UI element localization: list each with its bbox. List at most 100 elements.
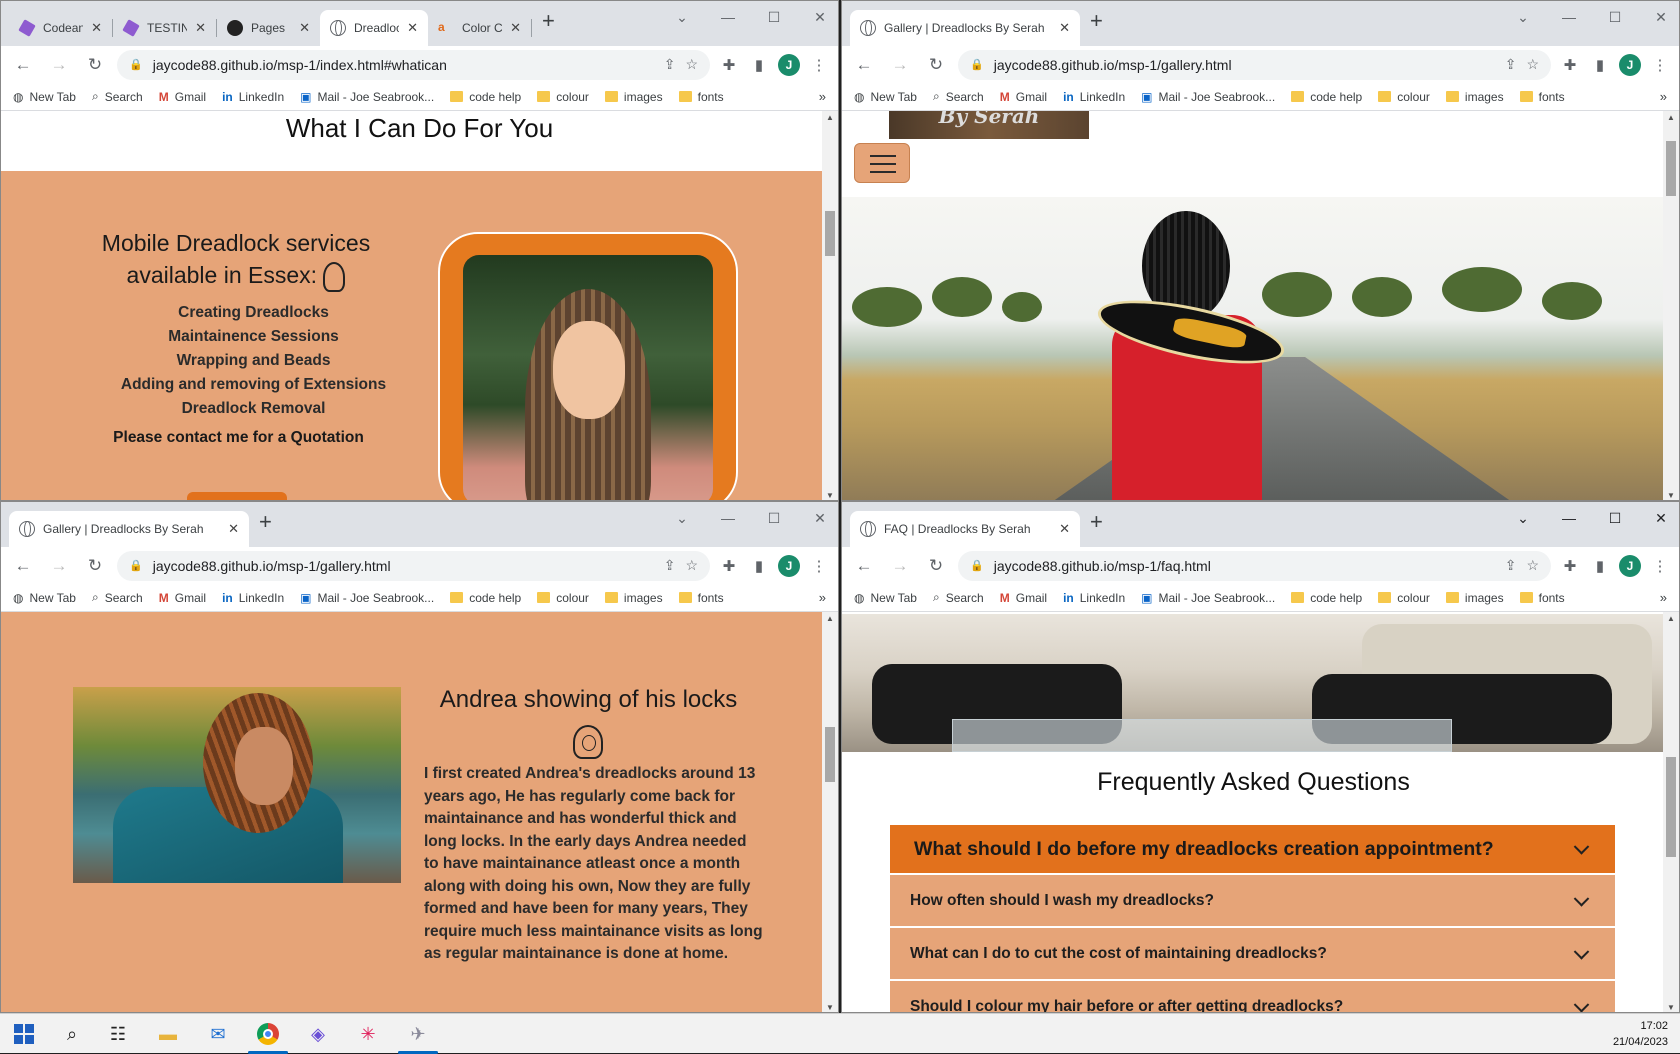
- address-bar[interactable]: 🔒 jaycode88.github.io/msp-1/index.html#wh…: [117, 49, 710, 80]
- scrollbar[interactable]: ▲ ▼: [1663, 612, 1679, 1012]
- menu-icon[interactable]: ⋮: [808, 56, 830, 74]
- back-button[interactable]: ←: [9, 556, 37, 576]
- mail-icon[interactable]: ✉: [206, 1022, 230, 1046]
- reload-button[interactable]: ↻: [81, 556, 109, 576]
- close-window-button[interactable]: ✕: [1653, 9, 1669, 26]
- faq-question-4[interactable]: Should I colour my hair before or after …: [890, 981, 1615, 1012]
- bookmark-gmail[interactable]: M Gmail: [159, 90, 206, 104]
- close-window-button[interactable]: ✕: [812, 9, 828, 26]
- chevron-right-icon[interactable]: »: [819, 89, 826, 104]
- back-button[interactable]: ←: [9, 55, 37, 75]
- bookmark-new-tab[interactable]: ◍ New Tab: [854, 591, 917, 605]
- bookmark-linkedin[interactable]: in LinkedIn: [222, 591, 284, 605]
- tab-codeany[interactable]: Codeany✕: [9, 10, 112, 46]
- menu-icon[interactable]: ⋮: [1649, 557, 1671, 575]
- tab-search-icon[interactable]: ⌄: [1515, 9, 1531, 26]
- task-view-icon[interactable]: ☷: [106, 1022, 130, 1046]
- side-panel-icon[interactable]: ▮: [748, 557, 770, 575]
- new-tab-button[interactable]: +: [542, 8, 555, 34]
- bookmark-star-icon[interactable]: ☆: [685, 557, 698, 574]
- address-bar[interactable]: 🔒 jaycode88.github.io/msp-1/faq.html ⇪ ☆: [958, 550, 1551, 581]
- tab-gallery-active[interactable]: Gallery | Dreadlocks By Serah ✕: [850, 10, 1080, 46]
- faq-question-1[interactable]: What should I do before my dreadlocks cr…: [890, 825, 1615, 875]
- close-icon[interactable]: ✕: [91, 20, 102, 36]
- close-icon[interactable]: ✕: [228, 521, 239, 537]
- bookmark-folder-fonts[interactable]: fonts: [1519, 90, 1565, 104]
- share-icon[interactable]: ⇪: [664, 56, 676, 73]
- share-icon[interactable]: ⇪: [1505, 557, 1517, 574]
- forward-button[interactable]: →: [886, 55, 914, 75]
- bookmark-linkedin[interactable]: in LinkedIn: [1063, 90, 1125, 104]
- tab-color-contrast[interactable]: aColor Co✕: [428, 10, 531, 46]
- bookmark-mail[interactable]: ▣ Mail - Joe Seabrook...: [300, 591, 434, 605]
- bookmark-star-icon[interactable]: ☆: [1526, 56, 1539, 73]
- new-tab-button[interactable]: +: [259, 509, 272, 535]
- faq-question-2[interactable]: How often should I wash my dreadlocks?: [890, 875, 1615, 928]
- bookmark-gmail[interactable]: M Gmail: [159, 591, 206, 605]
- bookmark-search[interactable]: ⌕ Search: [933, 590, 984, 605]
- contact-button[interactable]: [187, 492, 287, 500]
- reload-button[interactable]: ↻: [81, 55, 109, 75]
- back-button[interactable]: ←: [850, 55, 878, 75]
- maximize-button[interactable]: ☐: [766, 9, 782, 26]
- bookmark-linkedin[interactable]: in LinkedIn: [1063, 591, 1125, 605]
- system-clock[interactable]: 17:02 21/04/2023: [1613, 1018, 1668, 1050]
- chevron-right-icon[interactable]: »: [819, 590, 826, 605]
- bookmark-folder-fonts[interactable]: fonts: [1519, 591, 1565, 605]
- bookmark-folder-fonts[interactable]: fonts: [678, 90, 724, 104]
- side-panel-icon[interactable]: ▮: [1589, 557, 1611, 575]
- bookmark-folder-images[interactable]: images: [604, 90, 663, 104]
- minimize-button[interactable]: —: [1561, 510, 1577, 527]
- minimize-button[interactable]: —: [720, 510, 736, 527]
- extensions-icon[interactable]: ✚: [718, 557, 740, 575]
- bookmark-folder-colour[interactable]: colour: [537, 591, 589, 605]
- search-icon[interactable]: ⌕: [60, 1022, 84, 1046]
- chevron-right-icon[interactable]: »: [1660, 89, 1667, 104]
- scrollbar[interactable]: ▲ ▼: [822, 612, 838, 1012]
- bookmark-mail[interactable]: ▣ Mail - Joe Seabrook...: [300, 90, 434, 104]
- app-icon[interactable]: ✈: [406, 1022, 430, 1046]
- bookmark-mail[interactable]: ▣ Mail - Joe Seabrook...: [1141, 591, 1275, 605]
- maximize-button[interactable]: ☐: [1607, 510, 1623, 527]
- bookmark-new-tab[interactable]: ◍ New Tab: [13, 90, 76, 104]
- new-tab-button[interactable]: +: [1090, 509, 1103, 535]
- close-icon[interactable]: ✕: [299, 20, 310, 36]
- close-window-button[interactable]: ✕: [812, 510, 828, 527]
- slack-icon[interactable]: ✳: [356, 1022, 380, 1046]
- side-panel-icon[interactable]: ▮: [1589, 56, 1611, 74]
- bookmark-linkedin[interactable]: in LinkedIn: [222, 90, 284, 104]
- bookmark-folder-code-help[interactable]: code help: [450, 90, 521, 104]
- side-panel-icon[interactable]: ▮: [748, 56, 770, 74]
- avatar[interactable]: J: [1619, 554, 1641, 577]
- tab-pages[interactable]: Pages ✕: [217, 10, 320, 46]
- tab-search-icon[interactable]: ⌄: [674, 9, 690, 26]
- bookmark-folder-colour[interactable]: colour: [1378, 591, 1430, 605]
- tab-faq-active[interactable]: FAQ | Dreadlocks By Serah ✕: [850, 511, 1080, 547]
- close-icon[interactable]: ✕: [195, 20, 206, 36]
- bookmark-folder-images[interactable]: images: [1445, 591, 1504, 605]
- back-button[interactable]: ←: [850, 556, 878, 576]
- bookmark-folder-code-help[interactable]: code help: [1291, 591, 1362, 605]
- bookmark-gmail[interactable]: M Gmail: [1000, 90, 1047, 104]
- new-tab-button[interactable]: +: [1090, 8, 1103, 34]
- minimize-button[interactable]: —: [1561, 9, 1577, 26]
- maximize-button[interactable]: ☐: [766, 510, 782, 527]
- reload-button[interactable]: ↻: [922, 556, 950, 576]
- scrollbar[interactable]: ▲ ▼: [1663, 111, 1679, 500]
- maximize-button[interactable]: ☐: [1607, 9, 1623, 26]
- bookmark-folder-code-help[interactable]: code help: [450, 591, 521, 605]
- minimize-button[interactable]: —: [720, 9, 736, 26]
- share-icon[interactable]: ⇪: [664, 557, 676, 574]
- bookmark-star-icon[interactable]: ☆: [685, 56, 698, 73]
- bookmark-folder-colour[interactable]: colour: [537, 90, 589, 104]
- forward-button[interactable]: →: [45, 55, 73, 75]
- bookmark-folder-fonts[interactable]: fonts: [678, 591, 724, 605]
- bookmark-star-icon[interactable]: ☆: [1526, 557, 1539, 574]
- start-button[interactable]: [12, 1022, 36, 1046]
- menu-icon[interactable]: ⋮: [1649, 56, 1671, 74]
- bookmark-folder-code-help[interactable]: code help: [1291, 90, 1362, 104]
- close-icon[interactable]: ✕: [1059, 521, 1070, 537]
- file-explorer-icon[interactable]: ▬: [156, 1022, 180, 1046]
- scrollbar[interactable]: ▲ ▼: [822, 111, 838, 500]
- extensions-icon[interactable]: ✚: [1559, 56, 1581, 74]
